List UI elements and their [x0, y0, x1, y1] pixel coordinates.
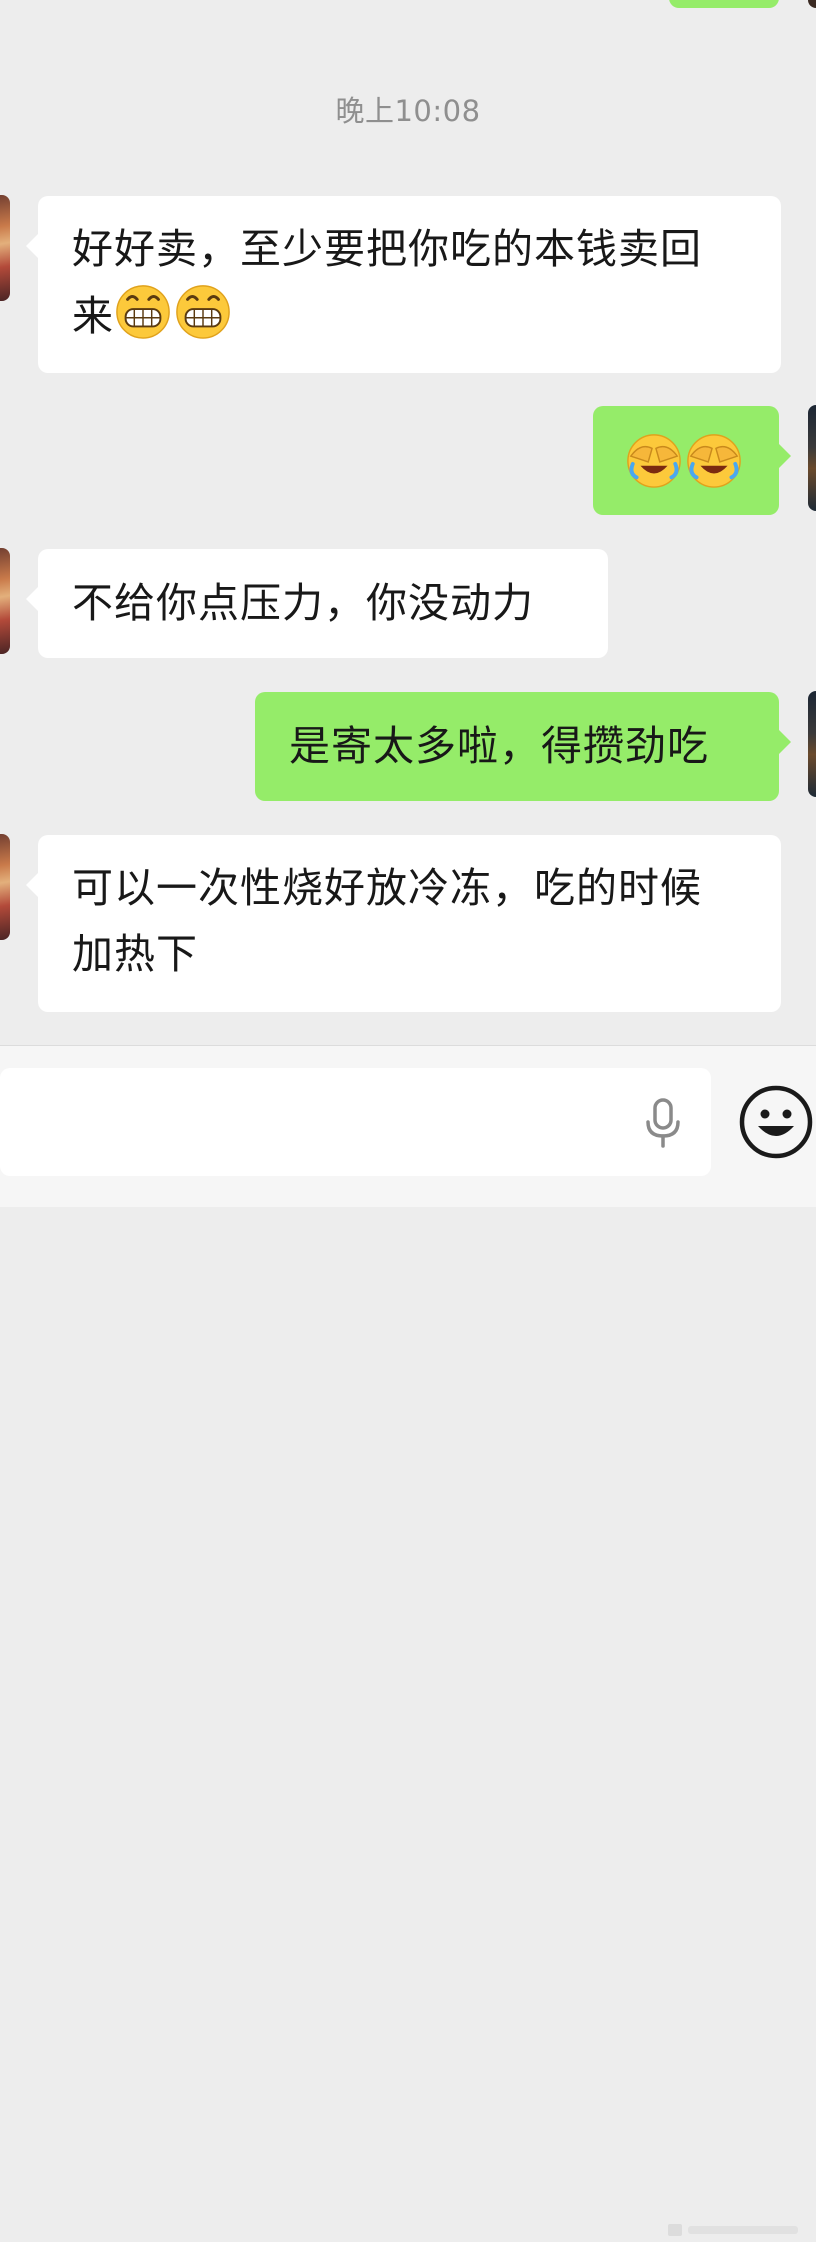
grinning-face-emoji-icon	[116, 285, 170, 339]
self-avatar[interactable]	[808, 0, 816, 8]
message-text-line: 加热下	[72, 930, 198, 978]
laughing-crying-face-emoji-icon	[627, 434, 681, 488]
smiley-face-icon[interactable]	[738, 1084, 814, 1160]
contact-avatar[interactable]	[0, 548, 10, 654]
incoming-message-bubble[interactable]: 好好卖，至少要把你吃的本钱卖回 来	[26, 196, 781, 373]
message-text-line: 可以一次性烧好放冷冻，吃的时候	[72, 864, 702, 912]
laughing-crying-face-emoji-icon	[687, 434, 741, 488]
outgoing-message-bubble[interactable]: 是寄太多啦，得攒劲吃	[255, 692, 791, 801]
incoming-message-bubble[interactable]: 不给你点压力，你没动力	[26, 549, 608, 658]
message-text: 是寄太多啦，得攒劲吃	[289, 722, 709, 770]
microphone-icon[interactable]	[640, 1098, 686, 1150]
contact-avatar[interactable]	[0, 834, 10, 940]
self-avatar[interactable]	[808, 691, 816, 797]
incoming-message-bubble[interactable]: 可以一次性烧好放冷冻，吃的时候 加热下	[26, 835, 781, 1012]
message-text: 不给你点压力，你没动力	[72, 579, 534, 627]
grinning-face-emoji-icon	[176, 285, 230, 339]
watermark-logo	[668, 2224, 798, 2236]
message-timestamp: 晚上10:08	[335, 94, 481, 128]
chat-area[interactable]: 晚上10:08 好好卖，至少要把你吃的本钱卖回 来 不给你点压力，你没动力 是寄…	[0, 0, 816, 1045]
message-text: 来	[72, 292, 114, 340]
message-text-line: 来	[72, 282, 747, 349]
contact-avatar[interactable]	[0, 195, 10, 301]
self-avatar[interactable]	[808, 405, 816, 511]
chat-input-bar	[0, 1045, 816, 2236]
message-text-line: 好好卖，至少要把你吃的本钱卖回	[72, 225, 702, 273]
previous-outgoing-bubble[interactable]	[669, 0, 779, 8]
message-input[interactable]	[0, 1068, 711, 1176]
outgoing-message-bubble[interactable]	[593, 406, 791, 515]
